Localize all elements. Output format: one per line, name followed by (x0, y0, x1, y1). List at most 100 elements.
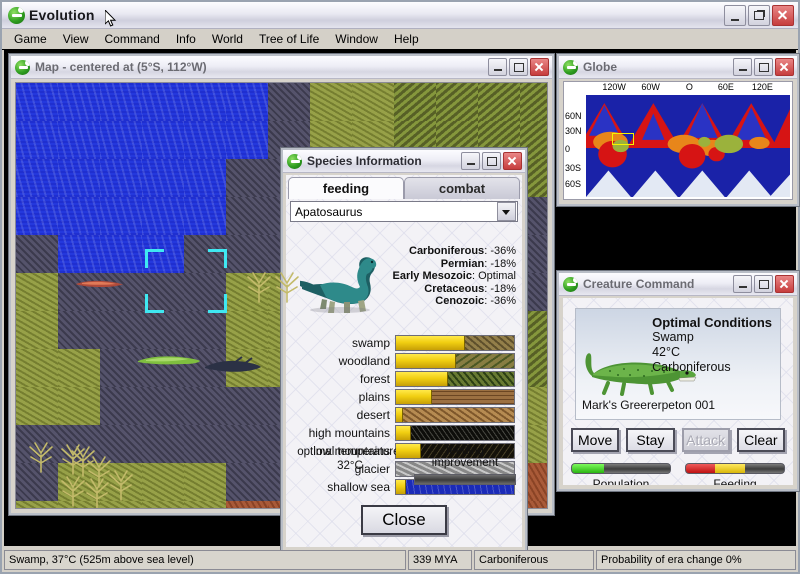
creature-minimize-button[interactable] (733, 275, 752, 293)
map-tile[interactable] (184, 83, 226, 121)
map-tile[interactable] (16, 235, 58, 273)
menu-item-view[interactable]: View (55, 31, 97, 47)
map-tile[interactable] (226, 273, 268, 311)
map-tile[interactable] (58, 235, 100, 273)
map-tile[interactable] (184, 425, 226, 463)
globe-titlebar[interactable]: Globe (559, 56, 797, 79)
map-tile[interactable] (142, 349, 184, 387)
map-tile[interactable] (226, 235, 268, 273)
map-tile[interactable] (226, 387, 268, 425)
map-tile[interactable] (100, 387, 142, 425)
map-tile[interactable] (268, 83, 310, 121)
species-minimize-button[interactable] (461, 152, 480, 170)
globe-minimize-button[interactable] (733, 58, 752, 76)
clear-button[interactable]: Clear (736, 428, 785, 452)
menu-item-window[interactable]: Window (327, 31, 386, 47)
map-tile[interactable] (58, 159, 100, 197)
map-tile[interactable] (142, 83, 184, 121)
map-tile[interactable] (16, 273, 58, 311)
map-tile[interactable] (58, 349, 100, 387)
map-tile[interactable] (58, 121, 100, 159)
map-tile[interactable] (100, 463, 142, 501)
map-tile[interactable] (16, 311, 58, 349)
map-tile[interactable] (142, 197, 184, 235)
map-tile[interactable] (184, 463, 226, 501)
map-tile[interactable] (226, 83, 268, 121)
minimize-button[interactable] (724, 5, 746, 26)
creature-maximize-button[interactable] (754, 275, 773, 293)
map-tile[interactable] (100, 425, 142, 463)
map-tile[interactable] (184, 121, 226, 159)
map-tile[interactable] (100, 121, 142, 159)
globe-close-button[interactable] (775, 58, 794, 76)
map-tile[interactable] (184, 311, 226, 349)
map-tile[interactable] (16, 463, 58, 501)
menu-item-world[interactable]: World (204, 31, 251, 47)
map-tile[interactable] (520, 83, 547, 121)
globe-map[interactable] (586, 95, 790, 197)
species-titlebar[interactable]: Species Information (283, 150, 525, 173)
map-tile[interactable] (16, 349, 58, 387)
map-tile[interactable] (16, 197, 58, 235)
map-tile[interactable] (142, 463, 184, 501)
map-tile[interactable] (16, 83, 58, 121)
chevron-down-icon[interactable] (497, 202, 516, 221)
map-tile[interactable] (226, 197, 268, 235)
tab-feeding[interactable]: feeding (288, 177, 404, 199)
map-titlebar[interactable]: Map - centered at (5°S, 112°W) (11, 56, 552, 79)
menu-item-tree-of-life[interactable]: Tree of Life (251, 31, 327, 47)
map-tile[interactable] (184, 387, 226, 425)
map-tile[interactable] (142, 121, 184, 159)
map-tile[interactable] (100, 311, 142, 349)
map-tile[interactable] (100, 159, 142, 197)
map-tile[interactable] (142, 387, 184, 425)
map-maximize-button[interactable] (509, 58, 528, 76)
map-tile[interactable] (226, 349, 268, 387)
map-tile[interactable] (226, 121, 268, 159)
map-tile[interactable] (100, 83, 142, 121)
menu-item-help[interactable]: Help (386, 31, 427, 47)
menu-item-game[interactable]: Game (6, 31, 55, 47)
map-tile[interactable] (142, 425, 184, 463)
map-tile[interactable] (226, 311, 268, 349)
map-tile[interactable] (184, 159, 226, 197)
map-tile[interactable] (394, 83, 436, 121)
map-tile[interactable] (58, 425, 100, 463)
map-tile[interactable] (100, 349, 142, 387)
map-tile[interactable] (184, 501, 226, 508)
creature-close-button[interactable] (775, 275, 794, 293)
map-tile[interactable] (142, 501, 184, 508)
species-maximize-button[interactable] (482, 152, 501, 170)
map-close-button[interactable] (530, 58, 549, 76)
map-tile[interactable] (226, 501, 268, 508)
creature-titlebar[interactable]: Creature Command (559, 273, 797, 296)
map-tile[interactable] (58, 311, 100, 349)
move-button[interactable]: Move (571, 428, 620, 452)
map-tile[interactable] (184, 349, 226, 387)
map-tile[interactable] (142, 311, 184, 349)
map-tile[interactable] (478, 83, 520, 121)
map-tile[interactable] (16, 121, 58, 159)
map-tile[interactable] (226, 463, 268, 501)
map-tile[interactable] (436, 83, 478, 121)
map-tile[interactable] (16, 501, 58, 508)
map-tile[interactable] (58, 501, 100, 508)
map-minimize-button[interactable] (488, 58, 507, 76)
map-tile[interactable] (58, 273, 100, 311)
map-tile[interactable] (58, 197, 100, 235)
stay-button[interactable]: Stay (626, 428, 675, 452)
map-tile[interactable] (310, 83, 352, 121)
map-tile[interactable] (58, 463, 100, 501)
species-close-button[interactable] (503, 152, 522, 170)
map-tile[interactable] (142, 159, 184, 197)
map-tile[interactable] (16, 159, 58, 197)
map-tile[interactable] (16, 425, 58, 463)
menu-item-command[interactable]: Command (96, 31, 167, 47)
species-select[interactable]: Apatosaurus (290, 201, 518, 222)
globe-maximize-button[interactable] (754, 58, 773, 76)
map-tile[interactable] (100, 273, 142, 311)
map-tile[interactable] (226, 159, 268, 197)
map-tile[interactable] (100, 501, 142, 508)
map-tile[interactable] (16, 387, 58, 425)
map-tile[interactable] (352, 83, 394, 121)
